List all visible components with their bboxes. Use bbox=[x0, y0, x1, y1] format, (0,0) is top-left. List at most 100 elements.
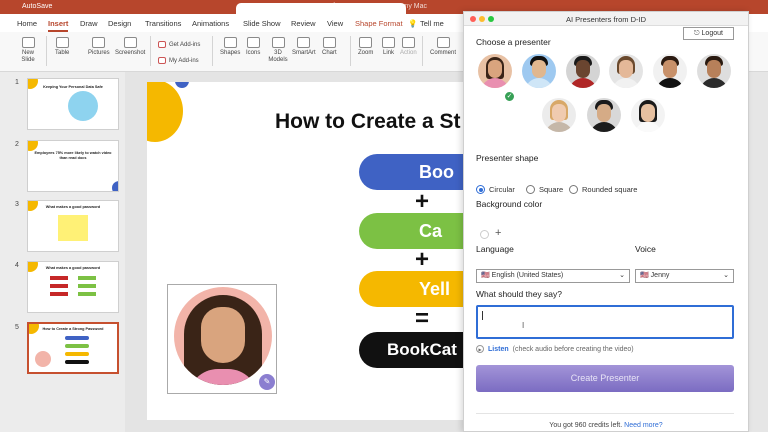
slide-thumbnail-3[interactable]: What makes a good password bbox=[27, 200, 119, 252]
link-button[interactable]: Link bbox=[382, 37, 395, 56]
thumb-bar bbox=[50, 276, 68, 280]
pictures-button[interactable]: Pictures bbox=[88, 37, 110, 56]
presenter-avatar-3[interactable] bbox=[566, 54, 600, 88]
my-addins-button[interactable]: My Add-ins bbox=[158, 57, 199, 64]
store-icon bbox=[158, 41, 166, 48]
presenter-avatar-7[interactable] bbox=[542, 98, 576, 132]
language-heading: Language bbox=[476, 244, 514, 254]
presenter-avatar-8[interactable] bbox=[587, 98, 621, 132]
flag-icon: 🇺🇸 bbox=[640, 272, 651, 279]
voice-select[interactable]: 🇺🇸 Jenny ⌄ bbox=[635, 269, 734, 283]
thumbnail-number: 3 bbox=[15, 201, 19, 208]
shape-square-radio[interactable]: Square bbox=[526, 185, 563, 194]
ribbon-divider bbox=[422, 36, 423, 66]
3d-models-label: 3D Models bbox=[268, 50, 288, 63]
icons-button[interactable]: Icons bbox=[246, 37, 260, 56]
presenter-avatar-1[interactable] bbox=[478, 54, 512, 88]
presenter-image[interactable] bbox=[174, 287, 272, 385]
3d-models-button[interactable]: 3D Models bbox=[268, 37, 288, 64]
smartart-button[interactable]: SmartArt bbox=[292, 37, 316, 56]
ribbon-divider bbox=[150, 36, 151, 66]
add-color-button[interactable]: + bbox=[495, 227, 501, 239]
presenter-avatar-4[interactable] bbox=[609, 54, 643, 88]
tab-view[interactable]: View bbox=[327, 19, 343, 28]
pill-green[interactable]: Ca bbox=[359, 213, 465, 249]
presenter-avatar-6[interactable] bbox=[697, 54, 731, 88]
presenter-avatar-5[interactable] bbox=[653, 54, 687, 88]
get-addins-label: Get Add-ins bbox=[169, 41, 201, 48]
ribbon-divider bbox=[350, 36, 351, 66]
slide-thumbnail-2[interactable]: Employees 75% more likely to watch video… bbox=[27, 140, 119, 192]
decor-shape bbox=[175, 82, 189, 88]
presenter-face bbox=[201, 307, 245, 363]
logout-button[interactable]: ⎋ Logout bbox=[683, 27, 734, 40]
get-addins-button[interactable]: Get Add-ins bbox=[158, 41, 200, 48]
thumbnail-title: What makes a good password bbox=[45, 205, 101, 209]
shape-rounded-square-radio[interactable]: Rounded square bbox=[569, 185, 637, 194]
tab-review[interactable]: Review bbox=[291, 19, 316, 28]
need-more-link[interactable]: Need more? bbox=[624, 422, 663, 429]
thumb-bar bbox=[65, 360, 89, 364]
chart-label: Chart bbox=[322, 50, 337, 56]
tab-draw[interactable]: Draw bbox=[80, 19, 98, 28]
screenshot-button[interactable]: Screenshot bbox=[115, 37, 145, 56]
decor-shape bbox=[147, 82, 183, 142]
table-button[interactable]: Table bbox=[55, 37, 69, 56]
action-button[interactable]: Action bbox=[400, 37, 417, 56]
comment-button[interactable]: Comment bbox=[430, 37, 456, 56]
comment-icon bbox=[436, 37, 450, 48]
slide-thumbnail-4[interactable]: What makes a good password bbox=[27, 261, 119, 313]
pill-black[interactable]: BookCat bbox=[359, 332, 465, 368]
tab-transitions[interactable]: Transitions bbox=[145, 19, 181, 28]
action-icon bbox=[401, 37, 415, 48]
slide-thumbnail-1[interactable]: Keeping Your Personal Data Safe bbox=[27, 78, 119, 130]
shapes-button[interactable]: Shapes bbox=[220, 37, 240, 56]
language-value: English (United States) bbox=[491, 272, 564, 279]
thumbnail-number: 1 bbox=[15, 79, 19, 86]
smartart-icon bbox=[297, 37, 311, 48]
presenter-avatar-9[interactable] bbox=[631, 98, 665, 132]
create-presenter-button[interactable]: Create Presenter bbox=[476, 365, 734, 392]
tab-tell-me[interactable]: Tell me bbox=[420, 19, 444, 28]
document-icon: ▣ bbox=[280, 4, 287, 11]
background-color-swatch[interactable] bbox=[480, 230, 489, 239]
tab-slide-show[interactable]: Slide Show bbox=[243, 19, 281, 28]
slide-thumbnail-5[interactable]: How to Create a Strong Password bbox=[27, 322, 119, 374]
divider bbox=[476, 413, 734, 414]
language-select[interactable]: 🇺🇸 English (United States) ⌄ bbox=[476, 269, 630, 283]
slide-canvas[interactable]: How to Create a St Boo + Ca + Yell = Boo… bbox=[125, 72, 465, 432]
autosave-toggle[interactable]: AutoSaveOFF bbox=[22, 3, 406, 39]
tab-home[interactable]: Home bbox=[17, 19, 37, 28]
ribbon-divider bbox=[212, 36, 213, 66]
radio-circle bbox=[476, 185, 485, 194]
current-slide[interactable]: How to Create a St Boo + Ca + Yell = Boo… bbox=[147, 82, 465, 420]
text-caret bbox=[482, 311, 483, 320]
magic-wand-icon[interactable]: ✎ bbox=[259, 374, 275, 390]
slide-thumbnails-pane[interactable]: 1 Keeping Your Personal Data Safe 2 Empl… bbox=[0, 72, 125, 432]
chart-icon bbox=[322, 37, 336, 48]
thumb-bar bbox=[65, 344, 89, 348]
listen-link[interactable]: Listen bbox=[488, 346, 509, 353]
tab-insert[interactable]: Insert bbox=[48, 19, 69, 32]
new-slide-button[interactable]: New Slide bbox=[16, 37, 40, 64]
slide-title[interactable]: How to Create a St bbox=[275, 110, 461, 134]
thumb-bar bbox=[50, 284, 68, 288]
screenshot-label: Screenshot bbox=[115, 50, 146, 56]
thumbnail-title: How to Create a Strong Password bbox=[42, 327, 104, 331]
link-label: Link bbox=[382, 50, 394, 56]
pill-blue[interactable]: Boo bbox=[359, 154, 465, 190]
logout-label: Logout bbox=[701, 30, 723, 37]
script-textarea[interactable]: I bbox=[476, 305, 734, 339]
zoom-button[interactable]: Zoom bbox=[358, 37, 373, 56]
shapes-label: Shapes bbox=[220, 50, 241, 56]
tab-shape-format[interactable]: Shape Format bbox=[355, 19, 403, 28]
tab-animations[interactable]: Animations bbox=[192, 19, 229, 28]
plus-sign: + bbox=[415, 246, 430, 273]
decor-shape bbox=[68, 91, 98, 121]
play-icon[interactable]: ▶ bbox=[476, 345, 484, 353]
tab-design[interactable]: Design bbox=[108, 19, 131, 28]
presenter-avatar-2[interactable] bbox=[522, 54, 556, 88]
chart-button[interactable]: Chart bbox=[322, 37, 337, 56]
pill-yellow[interactable]: Yell bbox=[359, 271, 465, 307]
shape-circular-radio[interactable]: Circular bbox=[476, 185, 515, 194]
